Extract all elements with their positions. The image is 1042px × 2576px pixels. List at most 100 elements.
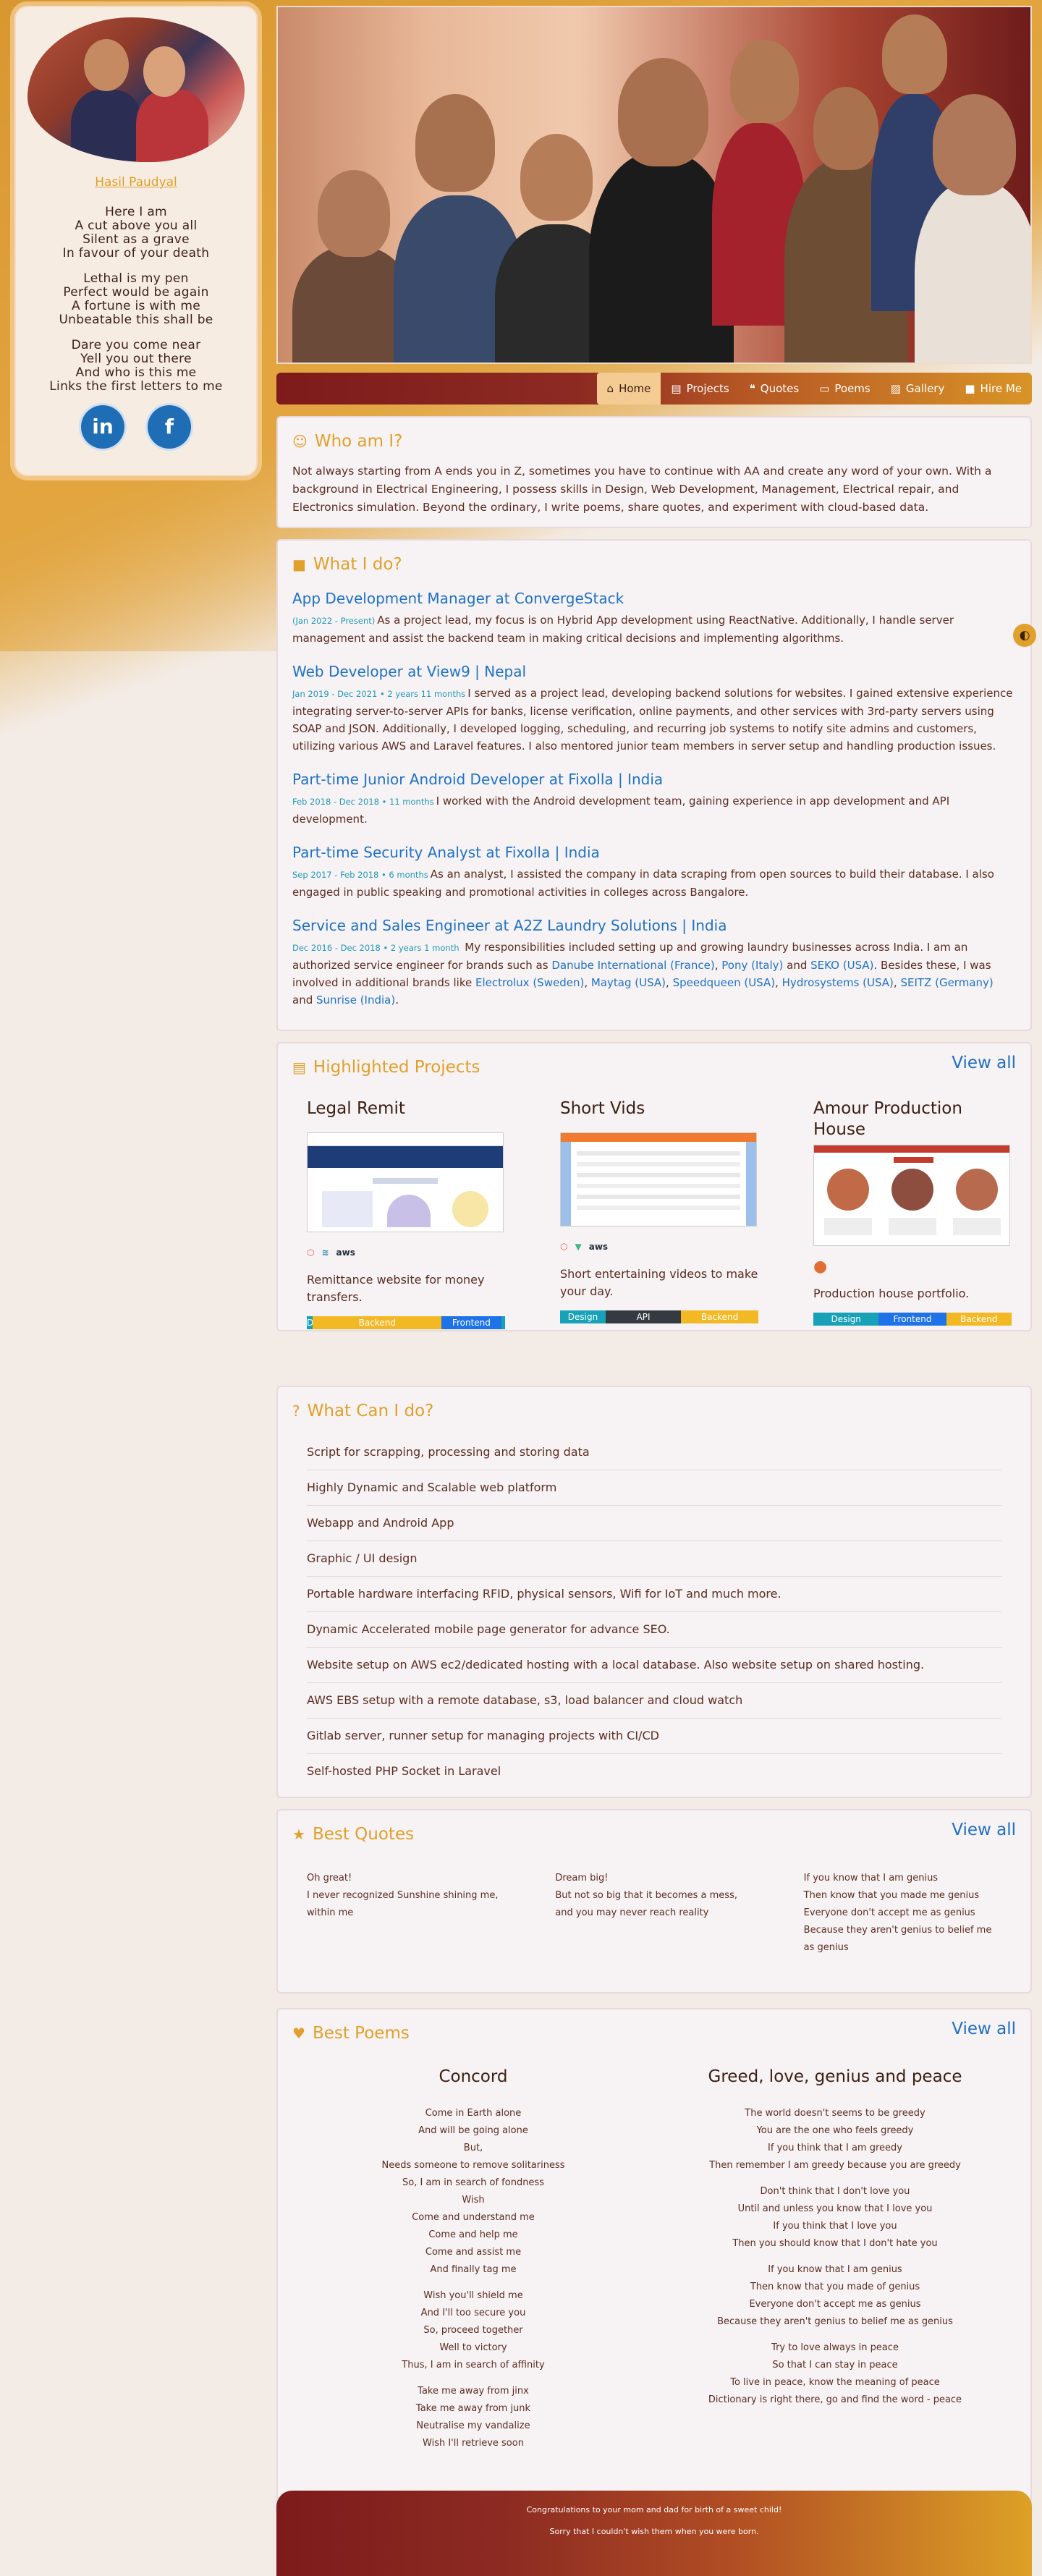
main-nav: ⌂ Home ▤ Projects ❝ Quotes ▭ Poems ▨ Gal… <box>276 373 1032 404</box>
poem-line: A fortune is with me <box>72 299 200 313</box>
profile-name-link[interactable]: Hasil Paudyal <box>95 175 177 190</box>
poems-view-all-link[interactable]: View all <box>952 2020 1016 2038</box>
services-section: ? What Can I do? Script for scrapping, p… <box>276 1386 1032 1798</box>
poem-line: Dare you come near <box>71 338 201 352</box>
poem-line: Don't think that I don't love you <box>760 2186 910 2197</box>
brand-link[interactable]: Danube International (France) <box>551 959 714 972</box>
laravel-icon: ⬡ <box>307 1247 315 1258</box>
job-title[interactable]: Web Developer at View9 | Nepal <box>292 663 1016 680</box>
poem-line: So, proceed together <box>423 2325 523 2336</box>
theme-toggle-icon[interactable]: ◐ <box>1013 624 1036 647</box>
quotes-view-all-link[interactable]: View all <box>952 1821 1016 1839</box>
brand-link[interactable]: Maytag (USA) <box>591 976 666 989</box>
skill-segment: De <box>307 1316 313 1329</box>
services-list: Script for scrapping, processing and sto… <box>292 1435 1016 1789</box>
poem-line: To live in peace, know the meaning of pe… <box>730 2377 940 2388</box>
job-entry: Service and Sales Engineer at A2Z Laundr… <box>292 917 1016 1009</box>
question-icon: ? <box>292 1402 300 1420</box>
quote-card[interactable]: Oh great! I never recognized Sunshine sh… <box>307 1870 504 1957</box>
linkedin-icon[interactable]: in <box>81 405 124 449</box>
projects-icon: ▤ <box>292 1059 306 1076</box>
quote-line: Everyone don't accept me as genius <box>803 1907 975 1918</box>
job-date: Dec 2016 - Dec 2018 • 2 years 1 month <box>292 943 459 953</box>
job-title[interactable]: Part-time Junior Android Developer at Fi… <box>292 771 1016 788</box>
list-item: Dynamic Accelerated mobile page generato… <box>307 1612 1001 1648</box>
smile-icon: ☺ <box>292 433 308 450</box>
project-screenshot <box>560 1132 757 1226</box>
job-title[interactable]: Service and Sales Engineer at A2Z Laundr… <box>292 917 1016 934</box>
nav-poems[interactable]: ▭ Poems <box>809 373 881 404</box>
poem-line: Until and unless you know that I love yo… <box>737 2203 933 2214</box>
brand-link[interactable]: SEKO (USA) <box>810 959 873 972</box>
poem-stanza: Come in Earth alone And will be going al… <box>292 2105 654 2279</box>
quote-card[interactable]: If you know that I am genius Then know t… <box>804 1870 1001 1957</box>
poem-line: Come in Earth alone <box>425 2108 522 2119</box>
poem-line: Dictionary is right there, go and find t… <box>708 2394 962 2405</box>
hero-group-photo <box>276 6 1032 364</box>
tech-stack: ⬡ ≋ aws <box>307 1241 509 1264</box>
poem-card[interactable]: Concord Come in Earth alone And will be … <box>292 2067 654 2461</box>
project-card[interactable]: Legal Remit ⬡ ≋ aws Remittance website f… <box>307 1098 509 1329</box>
project-screenshot <box>307 1132 504 1232</box>
experience-section: ■ What I do? App Development Manager at … <box>276 539 1032 1031</box>
quote-line: Oh great! <box>307 1873 352 1884</box>
laravel-icon: ⬡ <box>560 1242 568 1252</box>
poems-title: Best Poems <box>312 2024 410 2043</box>
brand-link[interactable]: SEITZ (Germany) <box>900 976 993 989</box>
poems-section: ♥ Best Poems View all Concord Come in Ea… <box>276 2008 1032 2507</box>
nav-label: Hire Me <box>980 382 1022 395</box>
nav-home[interactable]: ⌂ Home <box>596 373 661 404</box>
list-item: Script for scrapping, processing and sto… <box>307 1435 1001 1470</box>
section-title: ▤ Highlighted Projects <box>292 1058 1016 1077</box>
project-description: Production house portfolio. <box>813 1287 970 1300</box>
about-text: Not always starting from A ends you in Z… <box>292 465 992 514</box>
project-card[interactable]: Short Vids ⬡ ▼ aws Short entertaining vi… <box>560 1098 763 1329</box>
briefcase-icon: ■ <box>292 556 306 573</box>
project-card[interactable]: Amour Production House ● Production hous… <box>813 1098 1016 1329</box>
projects-view-all-link[interactable]: View all <box>952 1054 1016 1072</box>
poem-line: Wish <box>462 2195 485 2206</box>
gallery-icon: ▨ <box>890 382 901 395</box>
project-description: Remittance website for money transfers. <box>307 1273 485 1304</box>
job-text: As a project lead, my focus is on Hybrid… <box>292 614 954 645</box>
separator: , <box>893 976 897 989</box>
list-item: Self-hosted PHP Socket in Laravel <box>307 1764 501 1778</box>
footer-message: Sorry that I couldn't wish them when you… <box>549 2527 759 2536</box>
job-date: (Jan 2022 - Present) <box>292 616 376 626</box>
nav-quotes[interactable]: ❝ Quotes <box>740 373 810 404</box>
quotes-title: Best Quotes <box>312 1825 415 1844</box>
social-links: in f <box>16 405 256 449</box>
list-item: AWS EBS setup with a remote database, s3… <box>307 1683 1001 1719</box>
project-skill-bar: Design Frontend Backend <box>813 1313 1012 1326</box>
poem-line: If you know that I am genius <box>768 2264 902 2275</box>
brand-link[interactable]: Speedqueen (USA) <box>673 976 776 989</box>
poem-title: Concord <box>439 2067 508 2086</box>
brand-link[interactable]: Hydrosystems (USA) <box>782 976 894 989</box>
poem-line: Needs someone to remove solitariness <box>381 2160 565 2171</box>
brand-link[interactable]: Electrolux (Sweden) <box>475 976 584 989</box>
nav-label: Quotes <box>760 382 800 395</box>
nav-label: Gallery <box>905 382 945 395</box>
separator: , <box>666 976 669 989</box>
quote-line: Then know that you made me genius <box>803 1890 980 1901</box>
brand-link[interactable]: Pony (Italy) <box>721 959 783 972</box>
nav-hire-me[interactable]: ■ Hire Me <box>954 373 1032 404</box>
facebook-icon[interactable]: f <box>148 405 191 449</box>
brand-link[interactable]: Sunrise (India) <box>316 993 395 1007</box>
job-title[interactable]: App Development Manager at ConvergeStack <box>292 590 1016 607</box>
poem-line: Wish you'll shield me <box>423 2290 523 2301</box>
nav-projects[interactable]: ▤ Projects <box>661 373 739 404</box>
nav-gallery[interactable]: ▨ Gallery <box>881 373 955 404</box>
profile-avatar <box>27 17 245 162</box>
sentence-end: . <box>395 993 399 1007</box>
job-date: Sep 2017 - Feb 2018 • 6 months <box>292 870 428 880</box>
job-entry: Part-time Security Analyst at Fixolla | … <box>292 844 1016 901</box>
quote-line: Because they aren't genius to belief me … <box>803 1925 992 1953</box>
job-title[interactable]: Part-time Security Analyst at Fixolla | … <box>292 844 1016 861</box>
project-description: Short entertaining videos to make your d… <box>560 1267 758 1298</box>
poem-line: Well to victory <box>439 2342 507 2353</box>
poem-line: Then know that you made of genius <box>750 2281 920 2292</box>
quote-card[interactable]: Dream big! But not so big that it become… <box>555 1870 753 1957</box>
poem-card[interactable]: Greed, love, genius and peace The world … <box>654 2067 1016 2461</box>
list-item: Highly Dynamic and Scalable web platform <box>307 1470 1001 1506</box>
